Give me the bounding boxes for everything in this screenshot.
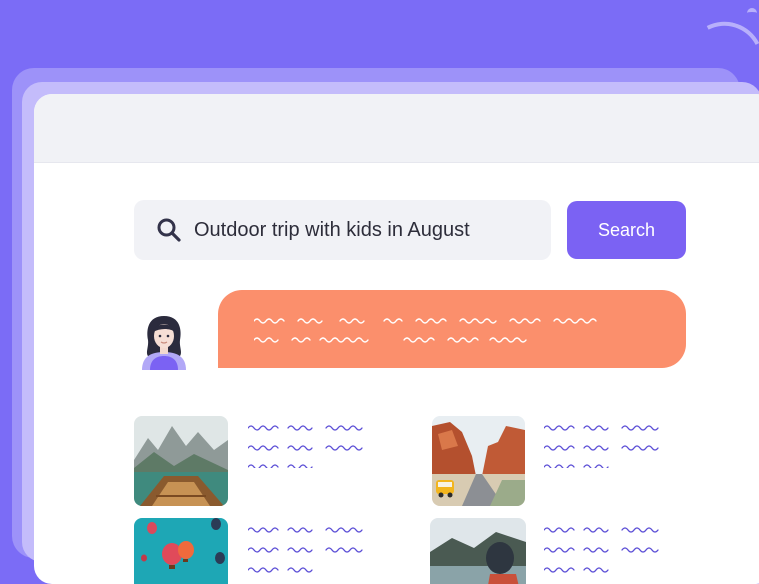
mountain-lake-boat-image[interactable] [134,416,228,506]
result-2-placeholder-text [544,425,659,468]
search-icon [157,218,181,242]
result-3-placeholder-text [248,527,363,573]
hot-air-balloons-image[interactable] [134,518,228,584]
kayak-lake-image[interactable] [430,518,526,584]
window-header [34,94,759,163]
response-bubble [218,290,686,368]
result-4-placeholder-text [544,527,659,573]
result-1-placeholder-text [248,425,363,468]
search-input[interactable]: Outdoor trip with kids in August [134,200,551,260]
search-window: Outdoor trip with kids in August Search [34,94,759,584]
desert-van-road-image[interactable] [432,416,525,506]
search-query-text: Outdoor trip with kids in August [194,218,470,241]
decorative-dot [747,8,757,22]
bubble-placeholder-text [254,318,597,343]
user-avatar-icon [142,316,186,370]
search-button[interactable]: Search [567,201,686,259]
